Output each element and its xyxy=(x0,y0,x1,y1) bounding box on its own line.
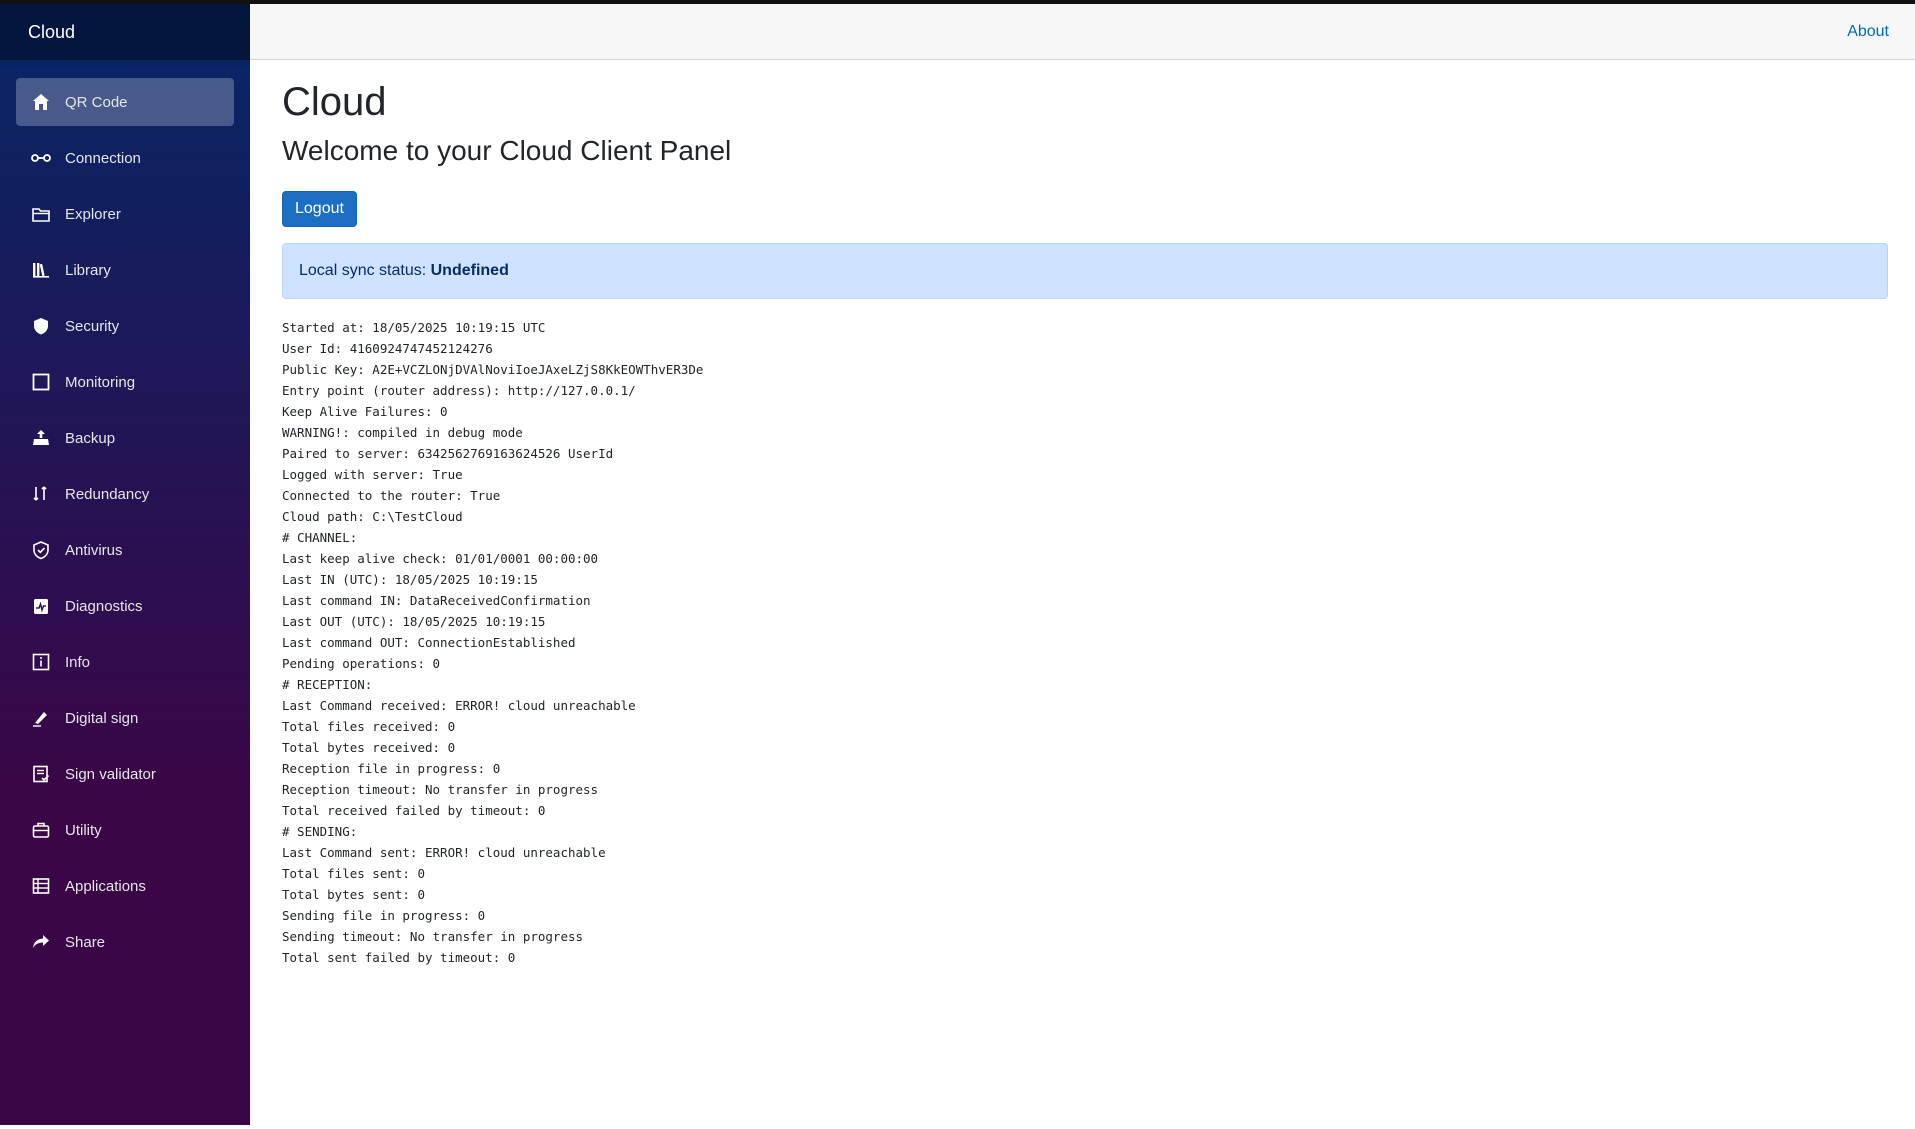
log-line: Total received failed by timeout: 0 xyxy=(282,803,546,818)
sidebar-item-digital-sign[interactable]: Digital sign xyxy=(16,694,234,742)
page-subtitle: Welcome to your Cloud Client Panel xyxy=(282,135,732,166)
log-line: Last keep alive check: 01/01/0001 00:00:… xyxy=(282,551,599,566)
sync-status-label: Local sync status: xyxy=(299,262,431,279)
sidebar-item-utility[interactable]: Utility xyxy=(16,806,234,854)
top-bar: About xyxy=(250,4,1915,60)
sidebar-item-diagnostics[interactable]: Diagnostics xyxy=(16,582,234,630)
log-line: Started at: 18/05/2025 10:19:15 UTC xyxy=(282,320,546,335)
log-line: Pending operations: 0 xyxy=(282,656,441,671)
redundancy-icon xyxy=(31,484,51,504)
connection-icon xyxy=(31,148,51,168)
sidebar-item-label: Diagnostics xyxy=(65,597,143,615)
sync-status-alert: Local sync status: Undefined xyxy=(282,243,1888,299)
log-line: Total sent failed by timeout: 0 xyxy=(282,950,516,965)
log-line: WARNING!: compiled in debug mode xyxy=(282,425,523,440)
shield-check-icon xyxy=(31,540,51,560)
folder-icon xyxy=(31,204,51,224)
log-line: # CHANNEL: xyxy=(282,530,358,545)
sidebar-item-label: Redundancy xyxy=(65,485,150,503)
sidebar-item-label: QR Code xyxy=(65,93,128,111)
share-icon xyxy=(31,932,51,952)
sidebar-item-label: Library xyxy=(65,261,111,279)
sidebar-item-label: Backup xyxy=(65,429,116,447)
sidebar-item-label: Security xyxy=(65,317,120,335)
backup-icon xyxy=(31,428,51,448)
sidebar-item-share[interactable]: Share xyxy=(16,918,234,966)
home-icon xyxy=(31,92,51,112)
sidebar-item-qr-code[interactable]: QR Code xyxy=(16,78,234,126)
shield-icon xyxy=(31,316,51,336)
log-line: Reception file in progress: 0 xyxy=(282,761,501,776)
sidebar: Cloud QR Code Connection Explorer Library Se… xyxy=(0,4,250,1125)
log-line: Total bytes received: 0 xyxy=(282,740,456,755)
log-line: Reception timeout: No transfer in progre… xyxy=(282,782,599,797)
main-area: About Cloud Welcome to your Cloud Client… xyxy=(250,4,1915,1125)
sidebar-item-label: Digital sign xyxy=(65,709,139,727)
log-line: Last command IN: DataReceivedConfirmatio… xyxy=(282,593,591,608)
sidebar-item-connection[interactable]: Connection xyxy=(16,134,234,182)
sidebar-item-label: Connection xyxy=(65,149,141,167)
log-line: Total bytes sent: 0 xyxy=(282,887,425,902)
log-line: Public Key: A2E+VCZLONjDVAlNoviIoeJAxeLZ… xyxy=(282,362,704,377)
sidebar-nav: QR Code Connection Explorer Library Security… xyxy=(0,78,250,966)
sidebar-item-label: Info xyxy=(65,653,91,671)
log-line: User Id: 4160924747452124276 xyxy=(282,341,493,356)
sidebar-item-label: Applications xyxy=(65,877,146,895)
log-line: Total files received: 0 xyxy=(282,719,456,734)
log-line: Sending timeout: No transfer in progress xyxy=(282,929,584,944)
sidebar-item-backup[interactable]: Backup xyxy=(16,414,234,462)
sidebar-item-label: Monitoring xyxy=(65,373,136,391)
sync-status-value: Undefined xyxy=(430,262,509,279)
log-line: # SENDING: xyxy=(282,824,358,839)
sidebar-item-applications[interactable]: Applications xyxy=(16,862,234,910)
app-window: Cloud QR Code Connection Explorer Library Se… xyxy=(0,0,1915,1129)
sidebar-item-library[interactable]: Library xyxy=(16,246,234,294)
sidebar-item-label: Explorer xyxy=(65,205,121,223)
log-line: Last command OUT: ConnectionEstablished xyxy=(282,635,576,650)
table-icon xyxy=(31,876,51,896)
sidebar-item-sign-validator[interactable]: Sign validator xyxy=(16,750,234,798)
log-line: Last Command received: ERROR! cloud unre… xyxy=(282,698,636,713)
status-log: Started at: 18/05/2025 10:19:15 UTC User … xyxy=(282,317,1888,968)
log-line: Entry point (router address): http://127… xyxy=(282,383,636,398)
log-line: Paired to server: 6342562769163624526 Us… xyxy=(282,446,614,461)
sidebar-item-redundancy[interactable]: Redundancy xyxy=(16,470,234,518)
page-title: Cloud xyxy=(282,80,387,124)
sidebar-item-label: Antivirus xyxy=(65,541,123,559)
info-icon xyxy=(31,652,51,672)
log-line: Last IN (UTC): 18/05/2025 10:19:15 xyxy=(282,572,538,587)
log-line: Last Command sent: ERROR! cloud unreacha… xyxy=(282,845,606,860)
sidebar-item-antivirus[interactable]: Antivirus xyxy=(16,526,234,574)
sidebar-item-label: Sign validator xyxy=(65,765,156,783)
log-line: Last OUT (UTC): 18/05/2025 10:19:15 xyxy=(282,614,546,629)
log-line: Sending file in progress: 0 xyxy=(282,908,486,923)
about-link[interactable]: About xyxy=(1847,23,1889,41)
main-content: Cloud Welcome to your Cloud Client Panel… xyxy=(250,60,1915,968)
sidebar-item-label: Utility xyxy=(65,821,102,839)
log-line: Total files sent: 0 xyxy=(282,866,425,881)
log-line: Keep Alive Failures: 0 xyxy=(282,404,448,419)
sidebar-item-monitoring[interactable]: Monitoring xyxy=(16,358,234,406)
log-line: Logged with server: True xyxy=(282,467,463,482)
log-line: Cloud path: C:\TestCloud xyxy=(282,509,463,524)
toolbox-icon xyxy=(31,820,51,840)
sidebar-item-explorer[interactable]: Explorer xyxy=(16,190,234,238)
sidebar-item-info[interactable]: Info xyxy=(16,638,234,686)
logout-button[interactable]: Logout xyxy=(282,191,357,227)
sidebar-item-security[interactable]: Security xyxy=(16,302,234,350)
document-check-icon xyxy=(31,764,51,784)
square-icon xyxy=(31,372,51,392)
sidebar-item-label: Share xyxy=(65,933,106,951)
log-line: # RECEPTION: xyxy=(282,677,373,692)
log-line: Connected to the router: True xyxy=(282,488,501,503)
pen-icon xyxy=(31,708,51,728)
library-icon xyxy=(31,260,51,280)
diagnostics-icon xyxy=(31,596,51,616)
brand-logo[interactable]: Cloud xyxy=(0,4,250,60)
